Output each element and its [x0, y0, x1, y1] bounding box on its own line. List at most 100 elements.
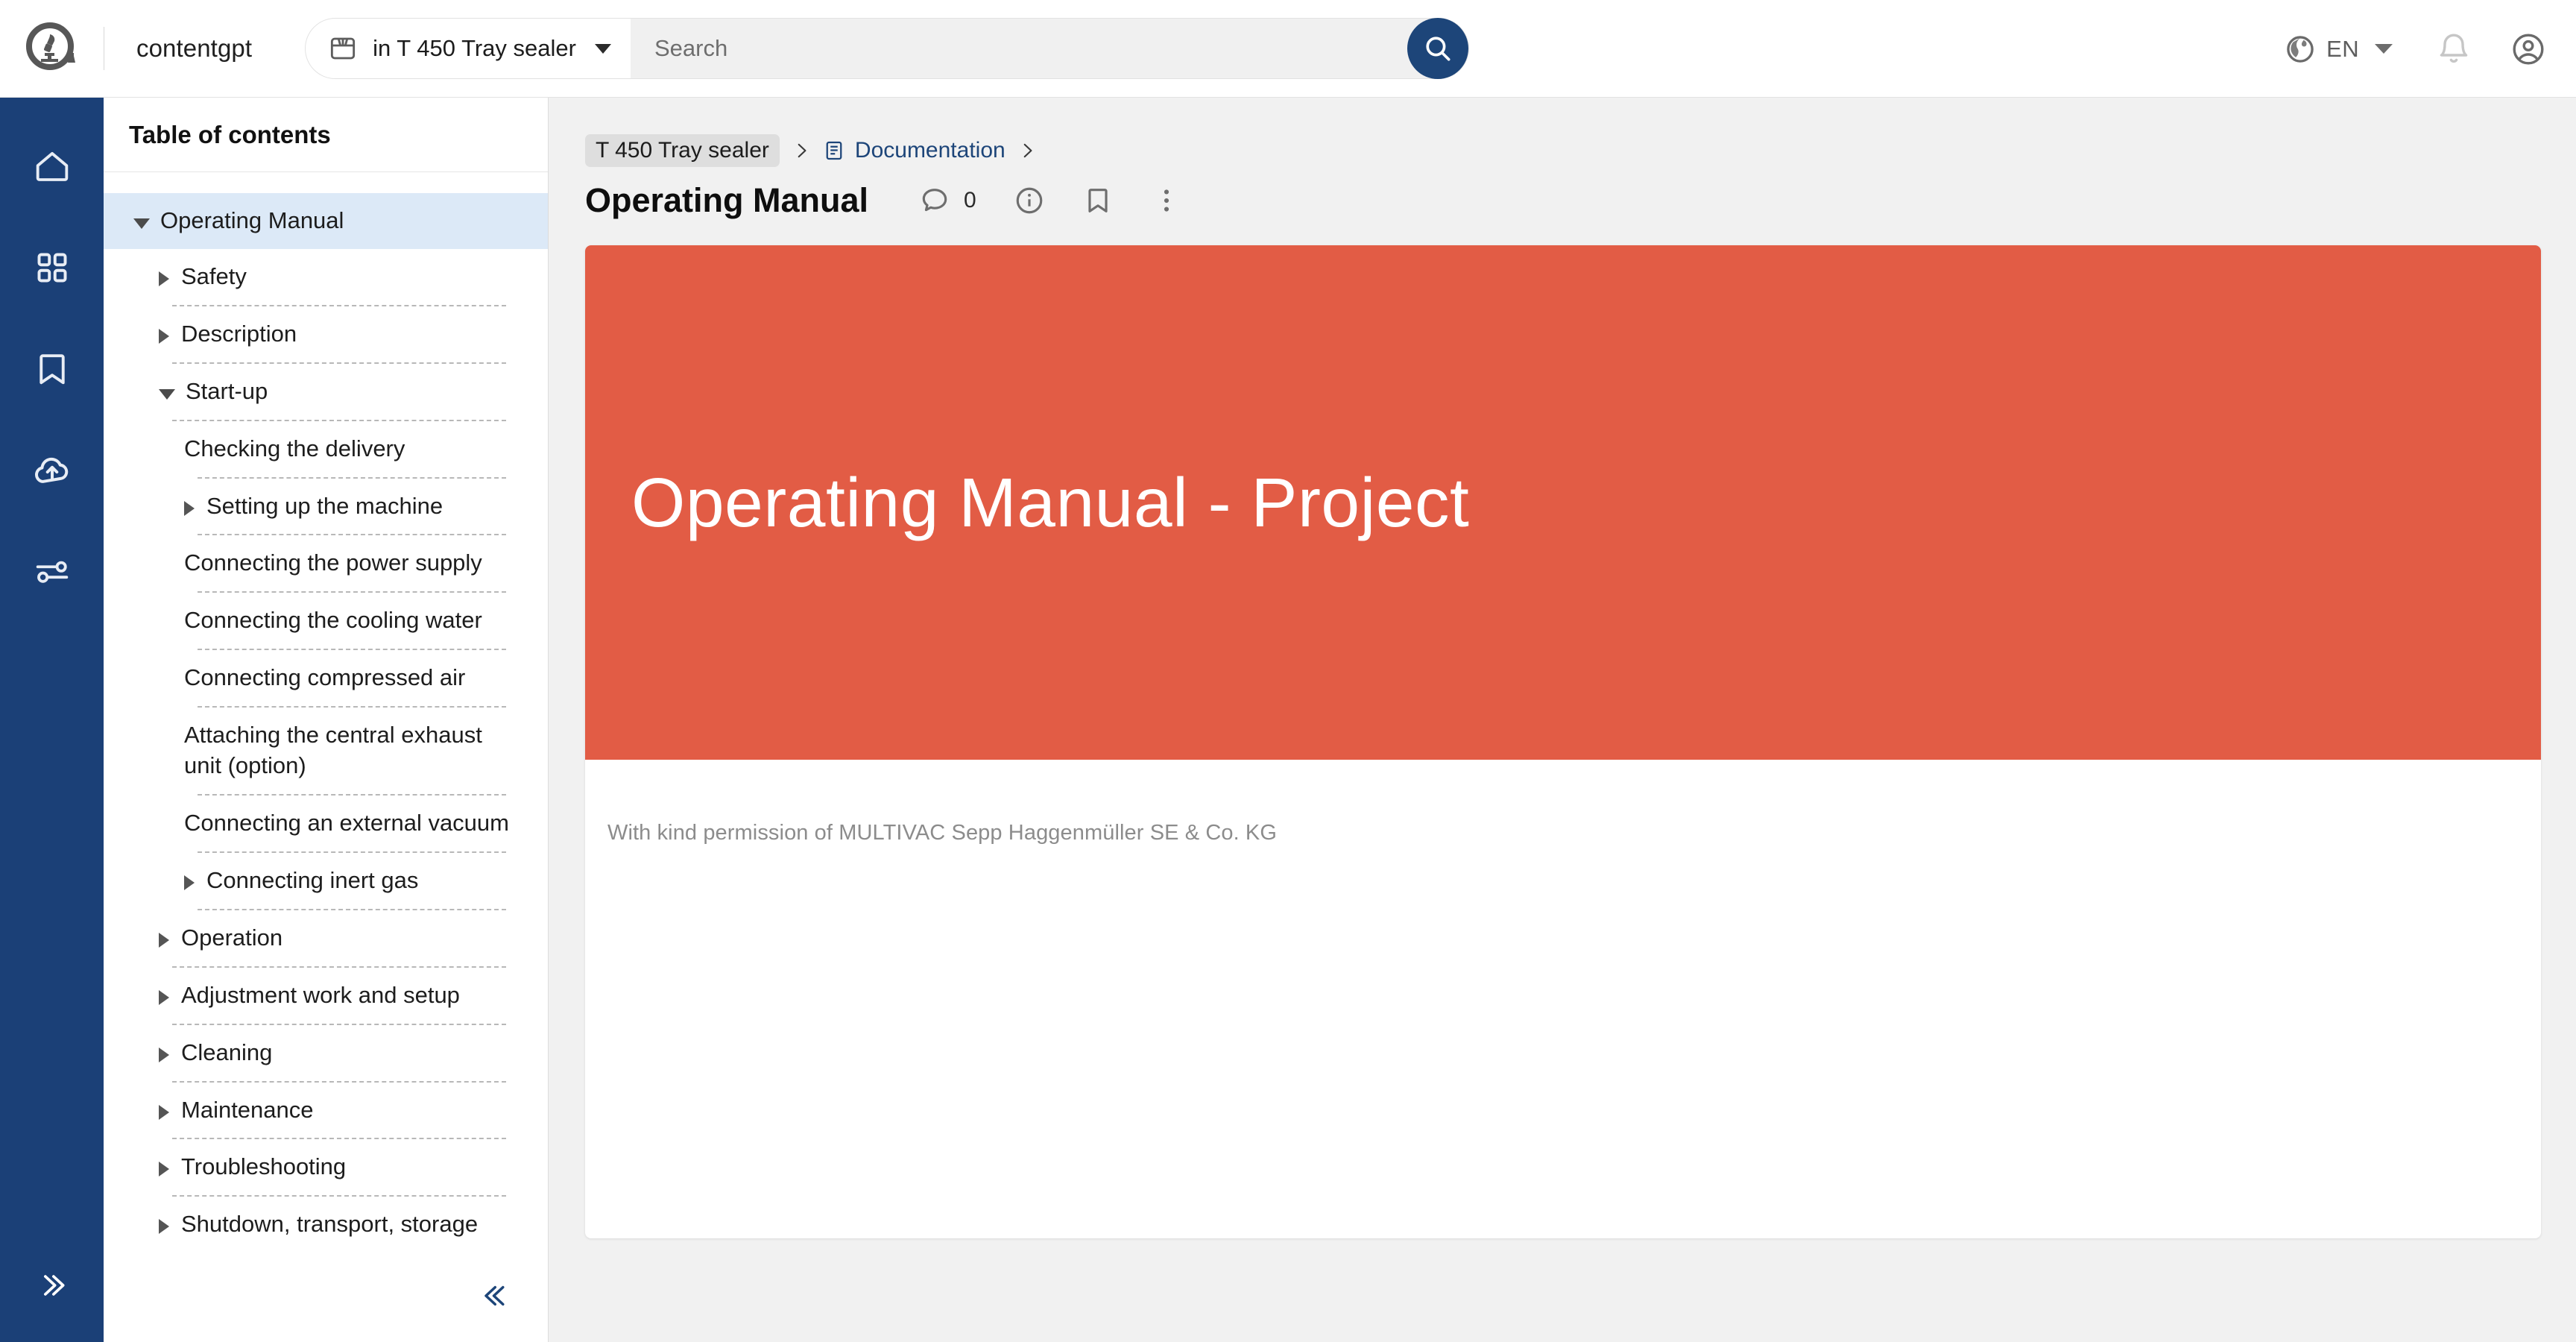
page-title-row: Operating Manual 0: [549, 167, 2576, 220]
toc-item-connecting-compressed-air[interactable]: Connecting compressed air: [104, 650, 548, 706]
app-header: contentgpt in T 450 Tray sealer Search E…: [0, 0, 2576, 98]
toc-item-connecting-the-power-supply[interactable]: Connecting the power supply: [104, 535, 548, 591]
toc-item-inner: Troubleshooting: [104, 1139, 548, 1195]
search-button[interactable]: [1407, 18, 1469, 79]
grid-apps-icon: [37, 253, 66, 283]
toc-item-inner: Connecting inert gas: [104, 853, 548, 909]
toc-item-inner: Setting up the machine: [104, 479, 548, 535]
toc-item-inner: Shutdown, transport, storage: [104, 1197, 548, 1253]
toc-item-label: Connecting inert gas: [206, 866, 419, 893]
chevron-down-icon: [2375, 44, 2393, 54]
toc-item-description[interactable]: Description: [104, 306, 548, 362]
sidebar-item-apps[interactable]: [0, 217, 104, 318]
search-icon: [1426, 37, 1450, 61]
caret-right-icon[interactable]: [159, 271, 169, 286]
info-button[interactable]: [1014, 185, 1045, 216]
toc-item-maintenance[interactable]: Maintenance: [104, 1083, 548, 1138]
toc-item-attaching-the-central-exhaust-unit-option[interactable]: Attaching the central exhaust unit (opti…: [104, 708, 548, 794]
document-preview-card: Operating Manual - Project With kind per…: [585, 245, 2541, 1238]
expand-rail-button[interactable]: [0, 1256, 104, 1315]
caret-right-icon[interactable]: [159, 328, 169, 344]
language-selector[interactable]: EN: [2280, 34, 2397, 65]
caret-right-icon[interactable]: [184, 875, 195, 890]
caret-right-icon[interactable]: [159, 932, 169, 948]
language-code: EN: [2326, 35, 2359, 62]
breadcrumb-link-label: Documentation: [854, 138, 1006, 163]
toc-item-label: Connecting the power supply: [184, 549, 482, 576]
caret-right-icon[interactable]: [159, 1104, 169, 1120]
breadcrumb-product-chip[interactable]: T 450 Tray sealer: [585, 134, 780, 167]
toc-item-operating-manual[interactable]: Operating Manual: [104, 193, 548, 249]
breadcrumb-documentation-link[interactable]: Documentation: [823, 138, 1006, 163]
caret-right-icon[interactable]: [159, 1162, 169, 1177]
toc-item-shutdown-transport-storage[interactable]: Shutdown, transport, storage: [104, 1197, 548, 1253]
toc-item-label: Setting up the machine: [206, 492, 443, 519]
toc-item-adjustment-work-and-setup[interactable]: Adjustment work and setup: [104, 968, 548, 1024]
collapse-toc-button[interactable]: [481, 1280, 512, 1315]
info-circle-icon: [1016, 187, 1043, 214]
search-scope-label: in T 450 Tray sealer: [373, 35, 576, 61]
caret-right-icon[interactable]: [159, 1219, 169, 1235]
toc-item-inner: Connecting compressed air: [104, 650, 548, 706]
toc-item-label: Start-up: [186, 377, 268, 404]
app-logo[interactable]: [0, 0, 104, 98]
search-bar: in T 450 Tray sealer Search: [305, 18, 1470, 79]
left-nav-rail: [0, 98, 104, 1342]
toc-item-label: Operating Manual: [160, 207, 344, 233]
brand-name: contentgpt: [136, 34, 253, 62]
toc-item-inner: Connecting an external vacuum: [104, 796, 548, 851]
account-button[interactable]: [2510, 31, 2546, 67]
toc-item-connecting-an-external-vacuum[interactable]: Connecting an external vacuum: [104, 796, 548, 851]
chevrons-right-icon: [43, 1275, 64, 1296]
toc-item-label: Checking the delivery: [184, 435, 405, 461]
sidebar-item-settings[interactable]: [0, 521, 104, 623]
sliders-icon: [36, 561, 68, 583]
chevron-down-icon: [594, 43, 611, 54]
caret-down-icon[interactable]: [133, 218, 150, 229]
comments-button[interactable]: 0: [919, 185, 976, 216]
toc-item-inner: Adjustment work and setup: [104, 968, 548, 1024]
document-body: With kind permission of MULTIVAC Sepp Ha…: [585, 760, 2541, 845]
package-box-icon: [331, 37, 356, 60]
toc-item-inner: Operating Manual: [104, 193, 548, 249]
toc-item-troubleshooting[interactable]: Troubleshooting: [104, 1139, 548, 1195]
more-options-button[interactable]: [1151, 185, 1182, 216]
toc-header: Table of contents: [104, 98, 548, 172]
toc-item-inner: Safety: [104, 249, 548, 305]
kebab-menu-icon: [1164, 189, 1169, 212]
caret-right-icon[interactable]: [159, 989, 169, 1005]
toc-item-label: Description: [181, 320, 297, 347]
caret-right-icon[interactable]: [184, 500, 195, 516]
microscope-flask-logo-icon: [25, 22, 75, 70]
toc-item-connecting-the-cooling-water[interactable]: Connecting the cooling water: [104, 593, 548, 649]
page-actions: 0: [919, 185, 1182, 216]
toc-list: Operating Manual Safety Description Start-u…: [104, 172, 548, 1253]
chevron-right-icon: [792, 141, 811, 160]
caret-right-icon[interactable]: [159, 1047, 169, 1062]
toc-item-safety[interactable]: Safety: [104, 249, 548, 305]
bookmark-button[interactable]: [1082, 185, 1114, 216]
comment-count: 0: [964, 188, 976, 212]
toc-item-inner: Connecting the cooling water: [104, 593, 548, 649]
toc-item-inner: Checking the delivery: [104, 421, 548, 477]
toc-item-label: Connecting the cooling water: [184, 607, 482, 634]
toc-item-connecting-inert-gas[interactable]: Connecting inert gas: [104, 853, 548, 909]
toc-item-checking-the-delivery[interactable]: Checking the delivery: [104, 421, 548, 477]
sidebar-item-bookmarks[interactable]: [0, 318, 104, 420]
cloud-upload-icon: [34, 457, 68, 483]
comment-bubble-icon: [922, 189, 947, 212]
toc-item-setting-up-the-machine[interactable]: Setting up the machine: [104, 479, 548, 535]
toc-item-cleaning[interactable]: Cleaning: [104, 1025, 548, 1081]
toc-item-start-up[interactable]: Start-up: [104, 364, 548, 420]
sidebar-item-upload[interactable]: [0, 420, 104, 521]
caret-down-icon[interactable]: [159, 388, 175, 400]
document-banner-title: Operating Manual - Project: [631, 463, 1470, 541]
search-scope-selector[interactable]: in T 450 Tray sealer: [306, 19, 631, 78]
notifications-button[interactable]: [2436, 31, 2472, 67]
sidebar-item-home[interactable]: [0, 116, 104, 217]
toc-item-inner: Operation: [104, 910, 548, 966]
search-input[interactable]: Search: [631, 19, 1407, 78]
toc-item-label: Operation: [181, 924, 283, 951]
chevrons-left-icon: [484, 1285, 505, 1306]
toc-item-operation[interactable]: Operation: [104, 910, 548, 966]
